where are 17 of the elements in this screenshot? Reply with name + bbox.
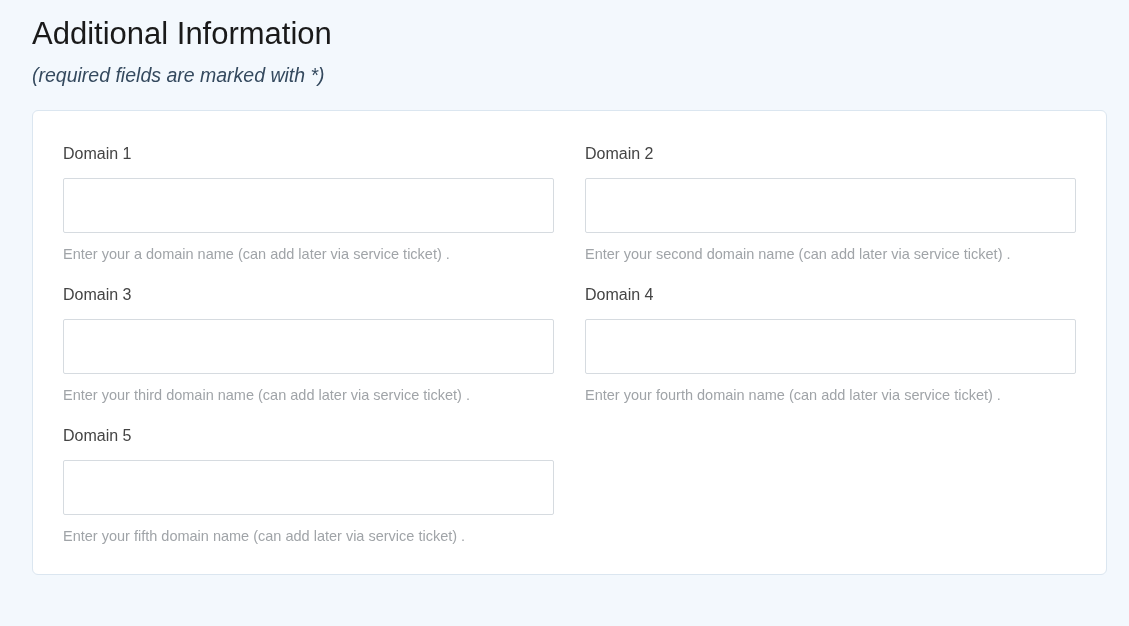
- help-text: Enter your fifth domain name (can add later via service ticket) .: [63, 527, 467, 546]
- help-text: Enter your second domain name (can add later via service ticket) .: [585, 245, 1012, 264]
- input-field[interactable]: [63, 460, 554, 515]
- help-text: Enter your third domain name (can add later via service ticket) .: [63, 386, 471, 405]
- field-label: Domain 2: [585, 144, 655, 164]
- help-text: Enter your fourth domain name (can add later via service ticket) .: [585, 386, 1002, 405]
- input-field[interactable]: [63, 319, 554, 374]
- help-text: Enter your a domain name (can add later via service ticket) .: [63, 245, 451, 264]
- input-field[interactable]: [585, 319, 1076, 374]
- required-fields-note: (required fields are marked with *): [32, 63, 326, 88]
- field-label: Domain 3: [63, 285, 133, 305]
- field-label: Domain 4: [585, 285, 655, 305]
- input-field[interactable]: [63, 178, 554, 233]
- input-field[interactable]: [585, 178, 1076, 233]
- field-label: Domain 5: [63, 426, 133, 446]
- section-heading: Additional Information: [32, 15, 333, 53]
- field-label: Domain 1: [63, 144, 133, 164]
